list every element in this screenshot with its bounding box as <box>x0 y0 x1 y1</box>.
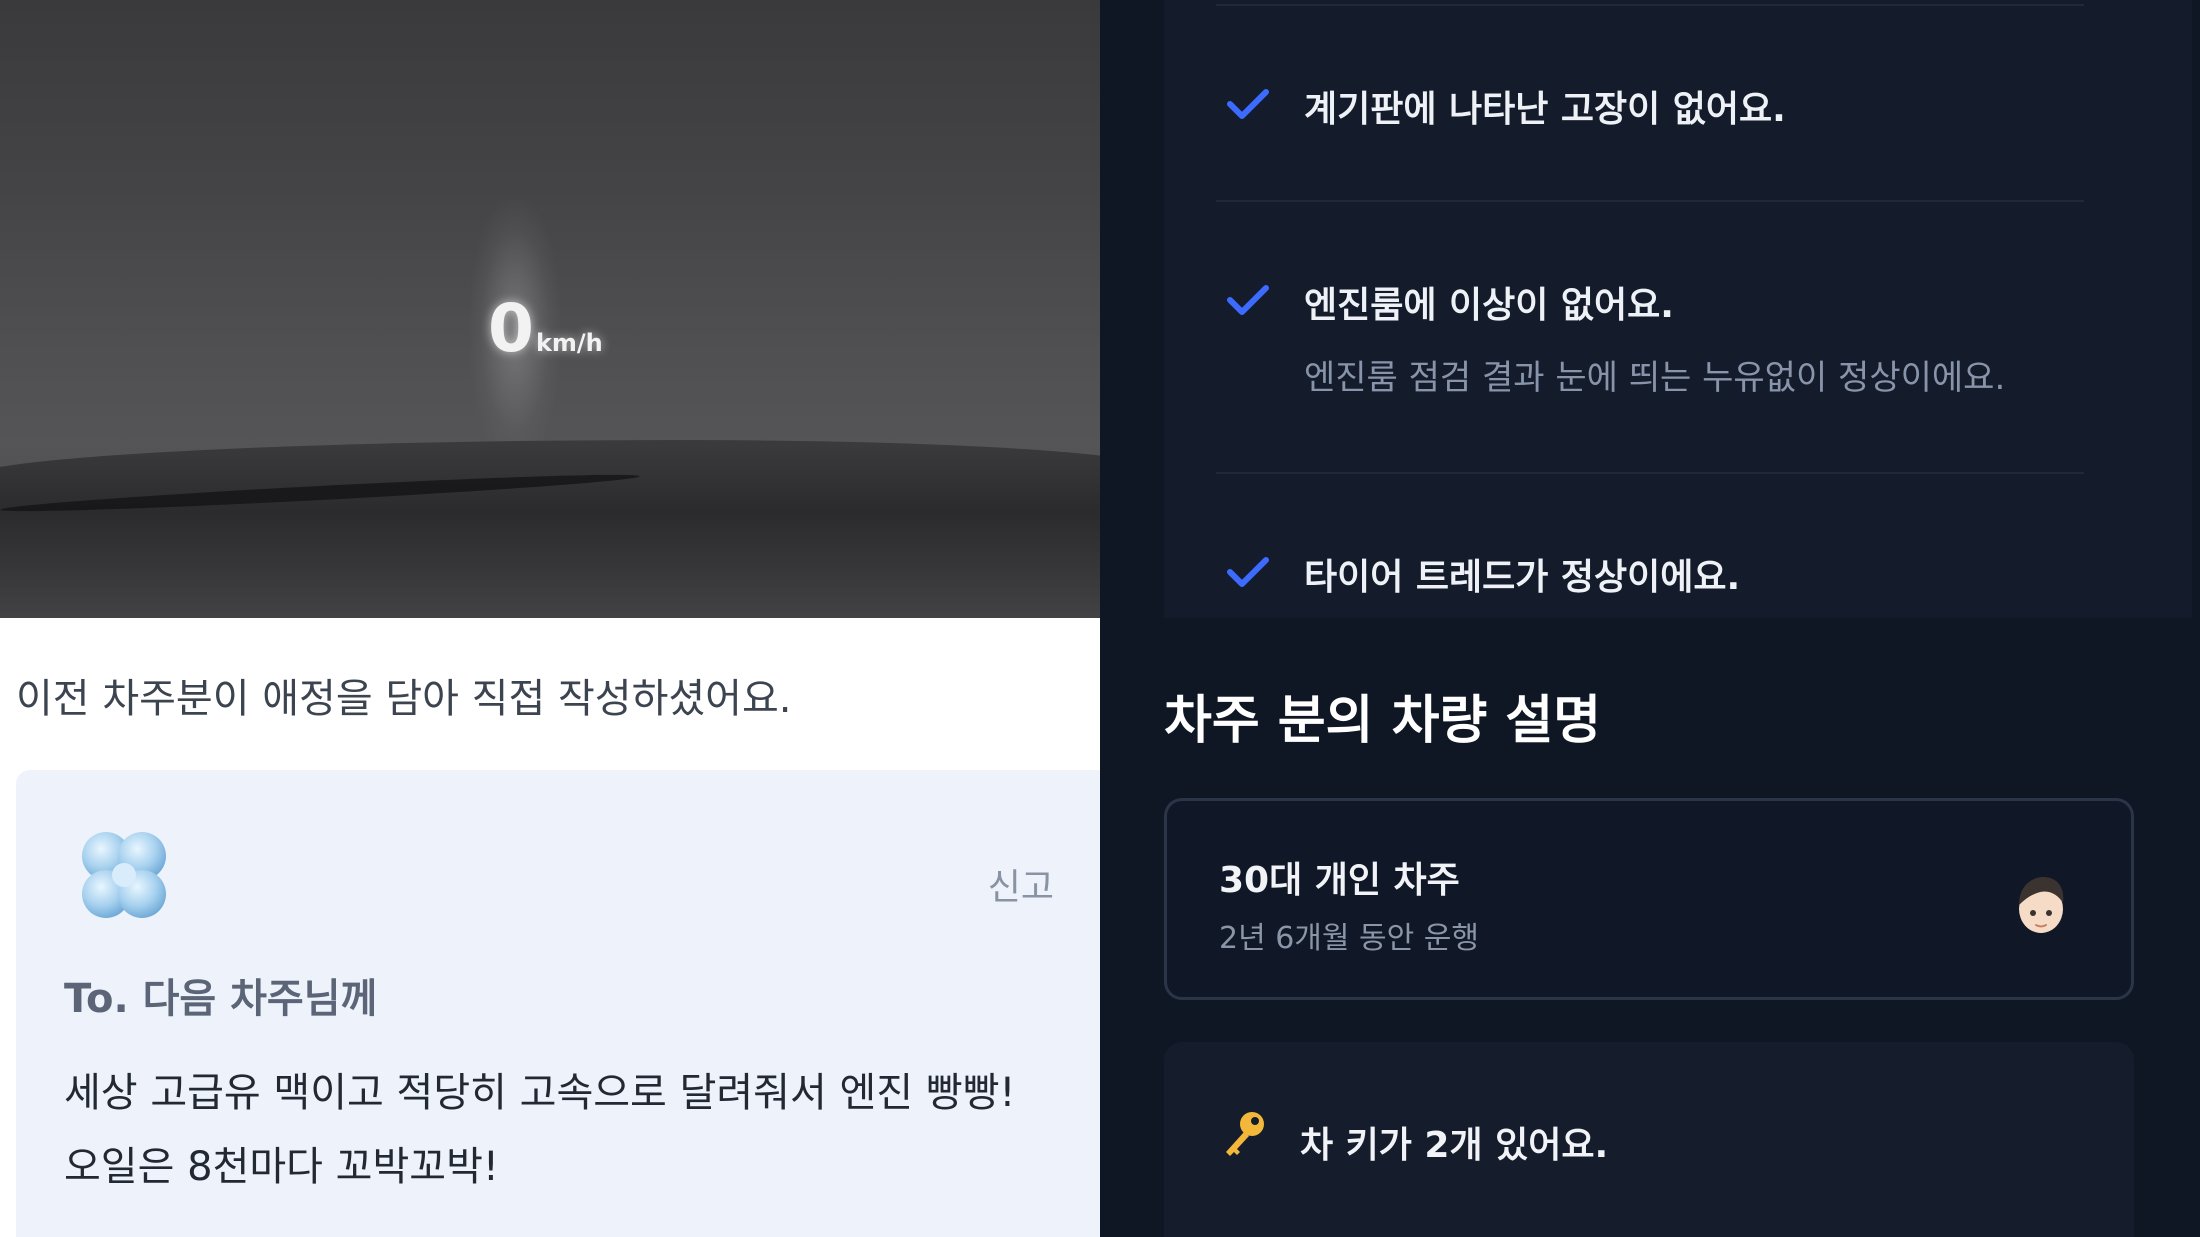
checklist-item-description: 엔진룸 점검 결과 눈에 띄는 누유없이 정상이에요. <box>1304 358 2006 398</box>
key-icon <box>1226 1112 1264 1156</box>
checkmark-icon <box>1227 285 1269 315</box>
avatar-icon <box>2019 877 2064 933</box>
clover-icon <box>82 832 166 918</box>
checkmark-icon <box>1227 557 1269 587</box>
letter-card: 신고 To. 다음 차주님께 세상 고급유 맥이고 적당히 고속으로 달려줘서 … <box>16 770 1100 1237</box>
checklist-item-title: 계기판에 나타난 고장이 없어요. <box>1304 89 1786 130</box>
owner-description-section: 차주 분의 차량 설명 30대 개인 차주 2년 6개월 동안 운행 차 키가 … <box>1100 618 2200 1237</box>
owner-type: 30대 개인 차주 <box>1219 860 1460 901</box>
hud-speed-value: 0 <box>488 290 534 367</box>
car-key-info: 차 키가 2개 있어요. <box>1300 1125 1609 1166</box>
owner-driving-period: 2년 6개월 동안 운행 <box>1219 921 1479 956</box>
owner-profile-card: 30대 개인 차주 2년 6개월 동안 운행 <box>1164 798 2134 1000</box>
letter-message-line: 세상 고급유 맥이고 적당히 고속으로 달려줘서 엔진 빵빵! <box>64 1070 1016 1116</box>
letter-message: 세상 고급유 맥이고 적당히 고속으로 달려줘서 엔진 빵빵! 오일은 8천마다… <box>64 1056 1015 1204</box>
section-title: 차주 분의 차량 설명 <box>1164 691 1602 751</box>
letter-intro: 이전 차주분이 애정을 담아 직접 작성하셨어요. <box>16 676 792 722</box>
hud-speed-unit: km/h <box>535 329 603 357</box>
checklist-item-title: 엔진룸에 이상이 없어요. <box>1304 285 1674 326</box>
dashboard-silhouette <box>0 440 1100 618</box>
letter-message-line: 오일은 8천마다 꼬박꼬박! <box>64 1144 499 1190</box>
divider <box>1216 200 2084 202</box>
hud-speed-display: 0km/h <box>488 290 603 367</box>
report-link[interactable]: 신고 <box>988 858 1054 910</box>
checklist-item-title: 타이어 트레드가 정상이에요. <box>1304 557 1741 598</box>
divider <box>1216 472 2084 474</box>
divider <box>1216 4 2084 6</box>
dashboard-photo: 0km/h <box>0 0 1100 618</box>
checklist-panel: 계기판에 나타난 고장이 없어요. 엔진룸에 이상이 없어요. 엔진룸 점검 결… <box>1164 0 2192 618</box>
owner-letter-section: 이전 차주분이 애정을 담아 직접 작성하셨어요. 신고 To. 다음 차주님께… <box>0 618 1100 1237</box>
letter-recipient: To. 다음 차주님께 <box>64 976 378 1022</box>
checkmark-icon <box>1227 89 1269 119</box>
car-key-card: 차 키가 2개 있어요. <box>1164 1042 2134 1237</box>
inspection-checklist: 계기판에 나타난 고장이 없어요. 엔진룸에 이상이 없어요. 엔진룸 점검 결… <box>1100 0 2200 618</box>
